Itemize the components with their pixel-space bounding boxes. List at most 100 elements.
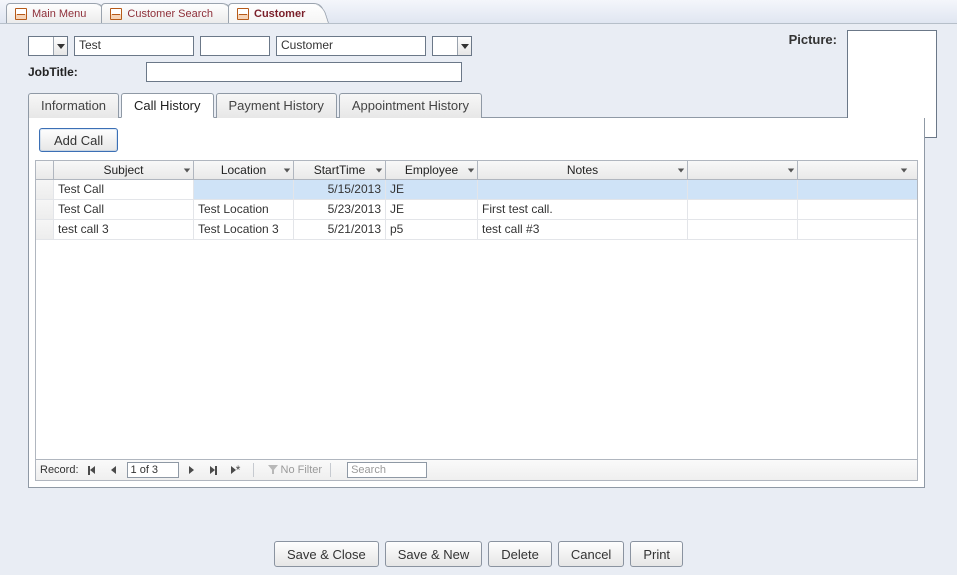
table-row[interactable]: test call 3Test Location 35/21/2013p5tes… bbox=[36, 220, 917, 240]
cell-extra[interactable] bbox=[798, 180, 910, 199]
detail-tab-control: Information Call History Payment History… bbox=[28, 92, 925, 488]
nav-new-button[interactable]: * bbox=[227, 462, 245, 478]
cell-notes[interactable]: First test call. bbox=[478, 200, 688, 219]
doc-tab-customer-search[interactable]: Customer Search bbox=[101, 3, 232, 23]
detail-tab-strip: Information Call History Payment History… bbox=[28, 92, 925, 118]
cell-employee[interactable]: JE bbox=[386, 200, 478, 219]
search-placeholder: Search bbox=[351, 464, 386, 476]
select-all-corner[interactable] bbox=[36, 161, 54, 179]
suffix-combo[interactable] bbox=[432, 36, 472, 56]
cell-employee[interactable]: p5 bbox=[386, 220, 478, 239]
funnel-icon bbox=[268, 465, 278, 475]
col-location[interactable]: Location bbox=[194, 161, 294, 179]
cell-starttime[interactable]: 5/15/2013 bbox=[294, 180, 386, 199]
picture-label: Picture: bbox=[789, 32, 837, 47]
button-label: Save & Close bbox=[287, 547, 366, 562]
cell-location[interactable]: Test Location bbox=[194, 200, 294, 219]
table-row[interactable]: Test CallTest Location5/23/2013JEFirst t… bbox=[36, 200, 917, 220]
record-position: 1 of 3 bbox=[131, 464, 159, 476]
cell-extra[interactable] bbox=[798, 200, 910, 219]
save-close-button[interactable]: Save & Close bbox=[274, 541, 379, 567]
cell-extra[interactable] bbox=[688, 180, 798, 199]
first-name-field[interactable]: Test bbox=[74, 36, 194, 56]
cell-notes[interactable]: test call #3 bbox=[478, 220, 688, 239]
col-starttime[interactable]: StartTime bbox=[294, 161, 386, 179]
doc-tab-label: Customer bbox=[254, 8, 305, 20]
tab-appointment-history[interactable]: Appointment History bbox=[339, 93, 482, 118]
col-extra[interactable] bbox=[798, 161, 910, 179]
tab-information[interactable]: Information bbox=[28, 93, 119, 118]
col-subject[interactable]: Subject bbox=[54, 161, 194, 179]
col-employee[interactable]: Employee bbox=[386, 161, 478, 179]
separator bbox=[330, 463, 331, 477]
nav-first-button[interactable] bbox=[83, 462, 101, 478]
nav-last-button[interactable] bbox=[205, 462, 223, 478]
tab-payment-history[interactable]: Payment History bbox=[216, 93, 337, 118]
row-selector[interactable] bbox=[36, 220, 54, 239]
tab-label: Information bbox=[41, 98, 106, 113]
customer-header: Picture: Test Customer JobTitle: Informa… bbox=[0, 24, 957, 494]
chevron-down-icon bbox=[284, 168, 290, 172]
grid-header: Subject Location StartTime Employee Note… bbox=[36, 161, 917, 180]
cell-notes[interactable] bbox=[478, 180, 688, 199]
nav-next-button[interactable] bbox=[183, 462, 201, 478]
cell-location[interactable] bbox=[194, 180, 294, 199]
cell-subject[interactable]: Test Call bbox=[54, 200, 194, 219]
chevron-down-icon bbox=[468, 168, 474, 172]
doc-tab-customer[interactable]: Customer bbox=[228, 3, 324, 23]
doc-tab-main-menu[interactable]: Main Menu bbox=[6, 3, 105, 23]
delete-button[interactable]: Delete bbox=[488, 541, 552, 567]
last-name-field[interactable]: Customer bbox=[276, 36, 426, 56]
separator bbox=[253, 463, 254, 477]
grid-body[interactable]: Test Call5/15/2013JETest CallTest Locati… bbox=[36, 180, 917, 465]
button-label: Cancel bbox=[571, 547, 611, 562]
tab-page-call-history: Add Call Subject Location StartTime Empl… bbox=[28, 118, 925, 488]
nav-prev-button[interactable] bbox=[105, 462, 123, 478]
cell-starttime[interactable]: 5/23/2013 bbox=[294, 200, 386, 219]
col-notes[interactable]: Notes bbox=[478, 161, 688, 179]
col-extra[interactable] bbox=[688, 161, 798, 179]
cell-extra[interactable] bbox=[798, 220, 910, 239]
button-label: Save & New bbox=[398, 547, 470, 562]
cell-extra[interactable] bbox=[688, 200, 798, 219]
first-name-value: Test bbox=[79, 38, 101, 52]
tab-label: Call History bbox=[134, 98, 200, 113]
table-row[interactable]: Test Call 5/15/2013JE bbox=[36, 180, 917, 200]
middle-name-field[interactable] bbox=[200, 36, 270, 56]
document-tab-bar: Main Menu Customer Search Customer bbox=[0, 0, 957, 24]
col-label: StartTime bbox=[314, 163, 366, 177]
filter-label: No Filter bbox=[281, 464, 323, 476]
button-label: Add Call bbox=[54, 133, 103, 148]
chevron-down-icon bbox=[184, 168, 190, 172]
nav-search-box[interactable]: Search bbox=[347, 462, 427, 478]
cell-extra[interactable] bbox=[688, 220, 798, 239]
save-new-button[interactable]: Save & New bbox=[385, 541, 483, 567]
row-selector[interactable] bbox=[36, 180, 54, 199]
col-label: Employee bbox=[405, 163, 458, 177]
row-selector[interactable] bbox=[36, 200, 54, 219]
cancel-button[interactable]: Cancel bbox=[558, 541, 624, 567]
cell-subject[interactable]: Test Call bbox=[54, 180, 194, 199]
cell-location[interactable]: Test Location 3 bbox=[194, 220, 294, 239]
col-label: Subject bbox=[103, 163, 143, 177]
prefix-combo[interactable] bbox=[28, 36, 68, 56]
record-position-box[interactable]: 1 of 3 bbox=[127, 462, 179, 478]
cell-employee[interactable]: JE bbox=[386, 180, 478, 199]
chevron-down-icon bbox=[457, 37, 471, 55]
tab-call-history[interactable]: Call History bbox=[121, 93, 213, 118]
form-icon bbox=[237, 8, 249, 20]
button-label: Delete bbox=[501, 547, 539, 562]
jobtitle-label: JobTitle: bbox=[28, 65, 140, 79]
doc-tab-label: Customer Search bbox=[127, 8, 213, 20]
cell-subject[interactable]: test call 3 bbox=[54, 220, 194, 239]
print-button[interactable]: Print bbox=[630, 541, 683, 567]
button-label: Print bbox=[643, 547, 670, 562]
col-label: Notes bbox=[567, 163, 598, 177]
jobtitle-field[interactable] bbox=[146, 62, 462, 82]
cell-starttime[interactable]: 5/21/2013 bbox=[294, 220, 386, 239]
chevron-down-icon bbox=[788, 168, 794, 172]
form-icon bbox=[15, 8, 27, 20]
tab-label: Payment History bbox=[229, 98, 324, 113]
add-call-button[interactable]: Add Call bbox=[39, 128, 118, 152]
filter-indicator[interactable]: No Filter bbox=[268, 464, 323, 476]
